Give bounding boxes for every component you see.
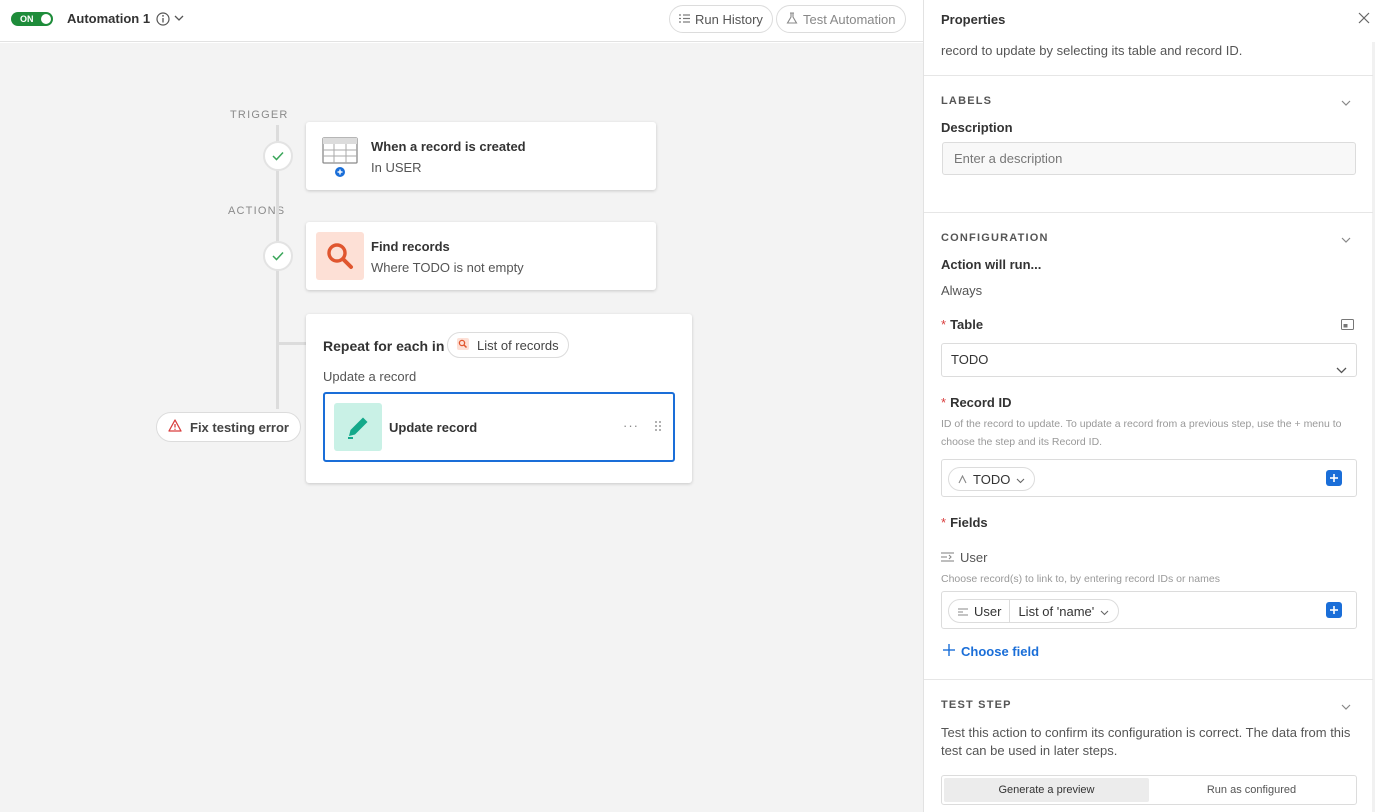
find-card-subtitle: Where TODO is not empty — [371, 260, 524, 275]
drag-handle-icon[interactable] — [654, 420, 662, 435]
add-icon[interactable] — [1326, 470, 1342, 486]
automation-canvas: TRIGGER ACTIONS When a record is created… — [0, 43, 923, 812]
required-mark: * — [941, 515, 947, 530]
tab-run-as-configured[interactable]: Run as configured — [1149, 778, 1354, 802]
divider — [924, 212, 1373, 213]
table-add-icon — [316, 132, 364, 180]
update-sub-label: Update a record — [323, 369, 417, 384]
record-id-token[interactable]: TODO — [948, 467, 1036, 491]
fix-testing-error-button[interactable]: Fix testing error — [156, 412, 301, 442]
token-divider — [1009, 600, 1011, 622]
choose-field-label: Choose field — [961, 644, 1040, 659]
chevron-down-icon — [1336, 354, 1347, 386]
pencil-icon — [334, 403, 382, 451]
test-step-description: Test this action to confirm its configur… — [941, 725, 1351, 758]
trigger-card-subtitle: In USER — [371, 160, 422, 175]
find-records-card[interactable]: Find records Where TODO is not empty — [306, 222, 656, 290]
find-status-check — [263, 241, 293, 271]
add-icon[interactable] — [1326, 602, 1342, 618]
record-id-token-label: TODO — [973, 471, 1011, 487]
panel-description-tail: record to update by selecting its table … — [941, 43, 1243, 58]
close-icon[interactable] — [1358, 12, 1370, 27]
trigger-section-label: TRIGGER — [230, 109, 289, 121]
update-card-title: Update record — [389, 420, 478, 435]
panel-title: Properties — [941, 12, 1006, 27]
chevron-down-icon[interactable] — [174, 12, 184, 27]
table-select[interactable]: TODO — [941, 343, 1357, 377]
expand-icon[interactable] — [1341, 318, 1354, 333]
record-id-label-text: Record ID — [950, 395, 1012, 410]
plus-icon — [943, 644, 955, 659]
flask-icon — [786, 11, 798, 27]
flow-branch-connector — [276, 342, 308, 345]
test-automation-button[interactable]: Test Automation — [776, 5, 906, 33]
check-icon — [272, 249, 284, 264]
required-mark: * — [941, 395, 947, 410]
user-token[interactable]: User List of 'name' — [948, 599, 1120, 623]
trigger-status-check — [263, 141, 293, 171]
labels-section-title: LABELS — [941, 95, 993, 107]
table-label: * Table — [941, 317, 983, 332]
chevron-down-icon[interactable] — [1341, 232, 1351, 247]
test-automation-label: Test Automation — [803, 11, 896, 27]
run-history-label: Run History — [695, 11, 763, 27]
list-chip-label: List of records — [477, 337, 559, 353]
configuration-section-title: CONFIGURATION — [941, 232, 1049, 244]
repeat-group: Repeat for each in List of records Updat… — [306, 314, 692, 483]
top-bar: ON Automation 1 Run History Test Automat… — [0, 0, 923, 42]
user-field-name: User — [960, 550, 988, 565]
description-label: Description — [941, 120, 1013, 135]
check-icon — [272, 149, 284, 164]
chevron-down-icon — [1016, 472, 1025, 487]
tab-generate-preview[interactable]: Generate a preview — [944, 778, 1149, 802]
trigger-card-title: When a record is created — [371, 139, 526, 154]
choose-field-button[interactable]: Choose field — [943, 644, 1039, 659]
table-label-text: Table — [950, 317, 984, 332]
user-field-label: User — [941, 550, 987, 565]
divider — [924, 679, 1373, 680]
text-field-icon — [958, 472, 967, 487]
error-pill-label: Fix testing error — [190, 419, 289, 435]
search-small-icon — [457, 337, 469, 353]
search-icon — [316, 232, 364, 280]
record-id-label: * Record ID — [941, 395, 1011, 410]
run-condition-value[interactable]: Always — [941, 283, 982, 298]
action-will-run-label: Action will run... — [941, 257, 1042, 272]
info-icon[interactable] — [156, 12, 170, 29]
record-id-help: ID of the record to update. To update a … — [941, 418, 1342, 448]
test-mode-tabs: Generate a preview Run as configured — [941, 775, 1357, 805]
warning-icon — [168, 419, 182, 435]
linked-field-icon — [941, 550, 954, 565]
automation-on-toggle[interactable]: ON — [11, 12, 53, 26]
update-record-card[interactable]: Update record ··· — [323, 392, 675, 462]
fields-label: * Fields — [941, 515, 988, 530]
chevron-down-icon[interactable] — [1341, 95, 1351, 110]
divider — [924, 75, 1373, 76]
chevron-down-icon[interactable] — [1341, 699, 1351, 714]
test-step-section-title: TEST STEP — [941, 699, 1012, 711]
more-options-icon[interactable]: ··· — [623, 418, 639, 433]
required-mark: * — [941, 317, 947, 332]
user-token-field: User — [974, 603, 1002, 619]
repeat-title: Repeat for each in — [323, 338, 445, 354]
user-field-help: Choose record(s) to link to, by entering… — [941, 573, 1220, 585]
user-token-value: List of 'name' — [1018, 603, 1095, 619]
list-icon — [679, 12, 690, 27]
record-id-field[interactable]: TODO — [941, 459, 1357, 497]
run-history-button[interactable]: Run History — [669, 5, 773, 33]
toggle-knob — [41, 14, 51, 24]
description-input[interactable]: Enter a description — [942, 142, 1356, 175]
table-select-value: TODO — [951, 352, 989, 367]
find-card-title: Find records — [371, 239, 450, 254]
fields-label-text: Fields — [950, 515, 988, 530]
properties-panel: record to update by selecting its table … — [923, 0, 1375, 812]
panel-header: Properties — [924, 0, 1375, 42]
automation-name[interactable]: Automation 1 — [67, 11, 150, 26]
list-of-records-chip[interactable]: List of records — [447, 332, 569, 358]
user-field-input[interactable]: User List of 'name' — [941, 591, 1357, 629]
toggle-label: ON — [20, 14, 34, 24]
trigger-card[interactable]: When a record is created In USER — [306, 122, 656, 190]
linked-field-icon — [958, 604, 968, 619]
chevron-down-icon — [1100, 604, 1109, 619]
